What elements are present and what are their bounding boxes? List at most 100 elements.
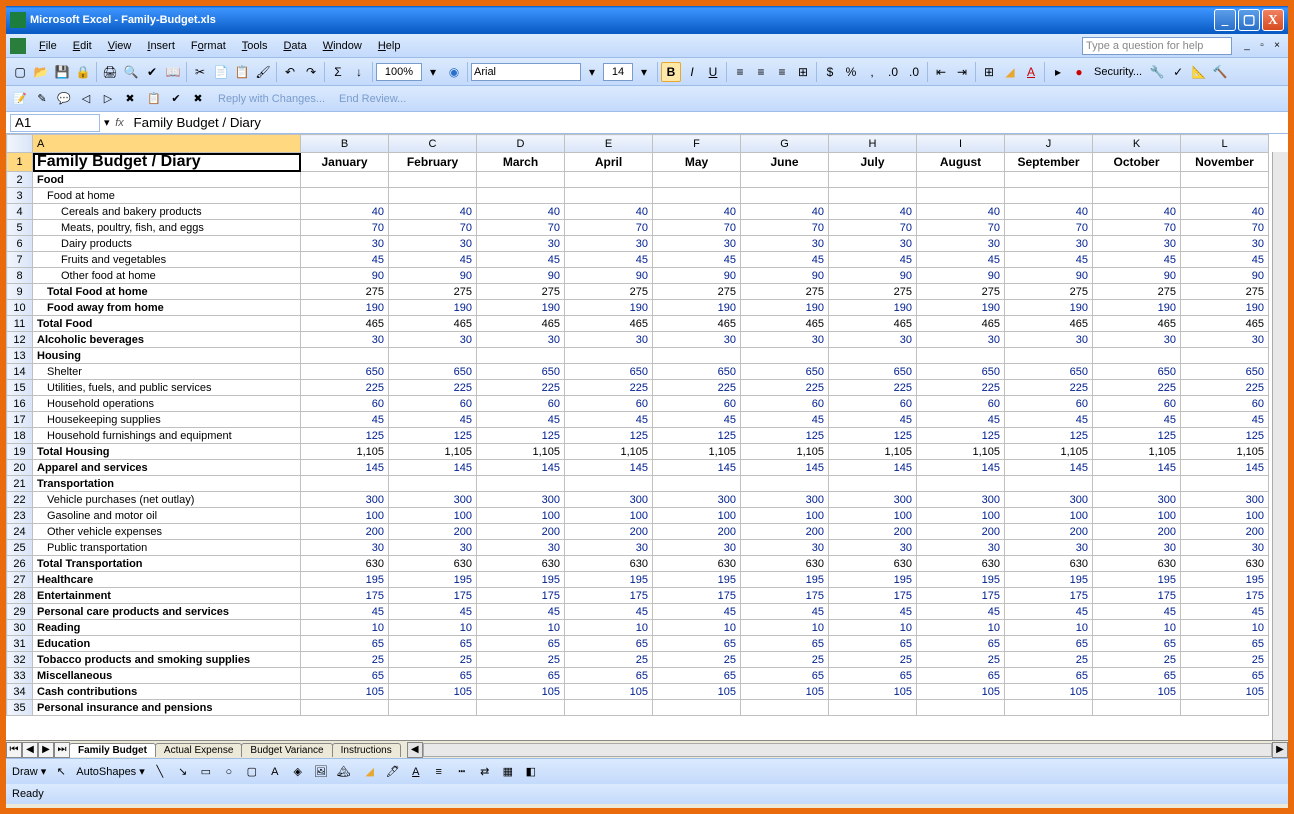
cell-D5[interactable]: 70 — [477, 220, 565, 236]
cell-G35[interactable] — [741, 700, 829, 716]
cell-J19[interactable]: 1,105 — [1005, 444, 1093, 460]
cell-E4[interactable]: 40 — [565, 204, 653, 220]
sheet-tab-instructions[interactable]: Instructions — [332, 743, 401, 757]
cell-I1[interactable]: August — [917, 153, 1005, 172]
dash-style-button[interactable]: ┅ — [452, 762, 472, 782]
row-header-15[interactable]: 15 — [7, 380, 33, 396]
cell-D22[interactable]: 300 — [477, 492, 565, 508]
sort-button[interactable]: ↓ — [349, 62, 369, 82]
cell-C16[interactable]: 60 — [389, 396, 477, 412]
cell-J9[interactable]: 275 — [1005, 284, 1093, 300]
cell-F25[interactable]: 30 — [653, 540, 741, 556]
cell-B17[interactable]: 45 — [301, 412, 389, 428]
cell-A7[interactable]: Fruits and vegetables — [33, 252, 301, 268]
italic-button[interactable]: I — [682, 62, 702, 82]
cell-F21[interactable] — [653, 476, 741, 492]
cell-A21[interactable]: Transportation — [33, 476, 301, 492]
formula-input[interactable] — [130, 114, 1288, 132]
cell-C8[interactable]: 90 — [389, 268, 477, 284]
cell-A14[interactable]: Shelter — [33, 364, 301, 380]
cell-L22[interactable]: 300 — [1181, 492, 1269, 508]
cell-L10[interactable]: 190 — [1181, 300, 1269, 316]
cell-F12[interactable]: 30 — [653, 332, 741, 348]
cell-G7[interactable]: 45 — [741, 252, 829, 268]
scroll-right-button[interactable]: ▶ — [1272, 742, 1288, 758]
textbox-button[interactable]: ▢ — [242, 762, 262, 782]
cell-D8[interactable]: 90 — [477, 268, 565, 284]
cell-A31[interactable]: Education — [33, 636, 301, 652]
row-header-19[interactable]: 19 — [7, 444, 33, 460]
cell-K15[interactable]: 225 — [1093, 380, 1181, 396]
cell-B25[interactable]: 30 — [301, 540, 389, 556]
cell-H19[interactable]: 1,105 — [829, 444, 917, 460]
cell-A27[interactable]: Healthcare — [33, 572, 301, 588]
spelling-button[interactable]: ✔ — [142, 62, 162, 82]
decrease-decimal-button[interactable]: .0 — [904, 62, 924, 82]
cell-J6[interactable]: 30 — [1005, 236, 1093, 252]
row-27[interactable]: 27Healthcare1951951951951951951951951951… — [7, 572, 1269, 588]
cell-F32[interactable]: 25 — [653, 652, 741, 668]
line-color-button[interactable]: 🖊 — [383, 762, 403, 782]
cell-I26[interactable]: 630 — [917, 556, 1005, 572]
row-header-9[interactable]: 9 — [7, 284, 33, 300]
cell-K27[interactable]: 195 — [1093, 572, 1181, 588]
cell-F24[interactable]: 200 — [653, 524, 741, 540]
cell-A22[interactable]: Vehicle purchases (net outlay) — [33, 492, 301, 508]
col-header-H[interactable]: H — [829, 135, 917, 153]
row-33[interactable]: 33Miscellaneous6565656565656565656565 — [7, 668, 1269, 684]
cell-J35[interactable] — [1005, 700, 1093, 716]
new-button[interactable]: ▢ — [10, 62, 30, 82]
percent-button[interactable]: % — [841, 62, 861, 82]
vba-button[interactable]: ✓ — [1168, 62, 1188, 82]
cell-I33[interactable]: 65 — [917, 668, 1005, 684]
row-17[interactable]: 17Housekeeping supplies45454545454545454… — [7, 412, 1269, 428]
cell-A4[interactable]: Cereals and bakery products — [33, 204, 301, 220]
cell-K2[interactable] — [1093, 172, 1181, 188]
row-header-24[interactable]: 24 — [7, 524, 33, 540]
spreadsheet-grid[interactable]: ABCDEFGHIJKL1Family Budget / DiaryJanuar… — [6, 134, 1288, 740]
reply-with-changes-button[interactable]: Reply with Changes... — [212, 93, 331, 105]
menu-insert[interactable]: Insert — [140, 38, 182, 54]
cell-H5[interactable]: 70 — [829, 220, 917, 236]
row-header-16[interactable]: 16 — [7, 396, 33, 412]
row-10[interactable]: 10Food away from home1901901901901901901… — [7, 300, 1269, 316]
cell-K16[interactable]: 60 — [1093, 396, 1181, 412]
row-header-6[interactable]: 6 — [7, 236, 33, 252]
cell-F33[interactable]: 65 — [653, 668, 741, 684]
preview-button[interactable]: 🔍 — [121, 62, 141, 82]
cell-D27[interactable]: 195 — [477, 572, 565, 588]
row-header-27[interactable]: 27 — [7, 572, 33, 588]
cell-C11[interactable]: 465 — [389, 316, 477, 332]
line-style-button[interactable]: ≡ — [429, 762, 449, 782]
cell-H32[interactable]: 25 — [829, 652, 917, 668]
cell-H1[interactable]: July — [829, 153, 917, 172]
row-header-14[interactable]: 14 — [7, 364, 33, 380]
cell-B12[interactable]: 30 — [301, 332, 389, 348]
cell-C7[interactable]: 45 — [389, 252, 477, 268]
cell-K33[interactable]: 65 — [1093, 668, 1181, 684]
cell-C23[interactable]: 100 — [389, 508, 477, 524]
cell-H20[interactable]: 145 — [829, 460, 917, 476]
col-header-C[interactable]: C — [389, 135, 477, 153]
cell-K18[interactable]: 125 — [1093, 428, 1181, 444]
cell-B22[interactable]: 300 — [301, 492, 389, 508]
cell-D18[interactable]: 125 — [477, 428, 565, 444]
menu-view[interactable]: View — [101, 38, 139, 54]
cell-E28[interactable]: 175 — [565, 588, 653, 604]
row-header-25[interactable]: 25 — [7, 540, 33, 556]
cell-G13[interactable] — [741, 348, 829, 364]
cell-I9[interactable]: 275 — [917, 284, 1005, 300]
cell-I25[interactable]: 30 — [917, 540, 1005, 556]
cell-G21[interactable] — [741, 476, 829, 492]
cell-K25[interactable]: 30 — [1093, 540, 1181, 556]
cell-G4[interactable]: 40 — [741, 204, 829, 220]
cell-D21[interactable] — [477, 476, 565, 492]
cell-J4[interactable]: 40 — [1005, 204, 1093, 220]
cell-A10[interactable]: Food away from home — [33, 300, 301, 316]
row-header-31[interactable]: 31 — [7, 636, 33, 652]
cell-F11[interactable]: 465 — [653, 316, 741, 332]
cell-K7[interactable]: 45 — [1093, 252, 1181, 268]
cell-K3[interactable] — [1093, 188, 1181, 204]
cell-J25[interactable]: 30 — [1005, 540, 1093, 556]
font-size-dropdown[interactable]: ▾ — [634, 62, 654, 82]
